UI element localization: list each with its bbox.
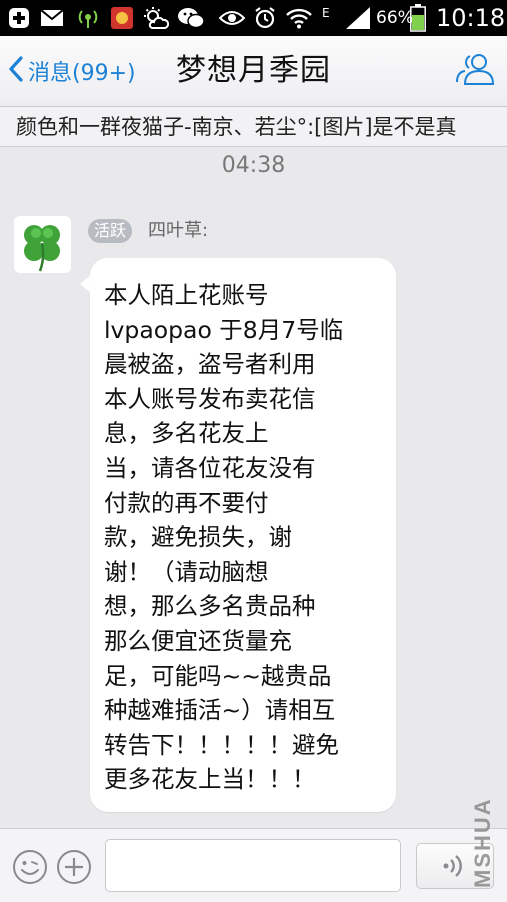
- group-members-button[interactable]: [453, 50, 497, 92]
- wifi-icon: [284, 0, 314, 36]
- page-title: 梦想月季园: [176, 53, 331, 88]
- input-bar: [0, 828, 507, 902]
- battery-icon: [408, 0, 428, 36]
- latest-message-preview[interactable]: 颜色和一群夜猫子-南京、若尘°:[图片]是不是真: [0, 107, 507, 147]
- message-line: 那么便宜还货量充: [104, 626, 292, 655]
- clock: 10:18: [436, 4, 506, 32]
- signal-icon: [342, 0, 374, 36]
- app-notification-icon: [108, 0, 136, 36]
- title-bar: 消息(99+) 梦想月季园: [0, 36, 507, 107]
- wifi-hotspot-icon: [74, 0, 102, 36]
- message-line: 晨被盗，盗号者利用: [104, 350, 316, 379]
- group-members-icon: [455, 52, 495, 90]
- message-bubble[interactable]: 本人陌上花账号 lvpaopao 于8月7号临 晨被盗，盗号者利用 本人账号发布…: [90, 258, 396, 812]
- eye-icon: [218, 0, 246, 36]
- message-line: 本人账号发布卖花信: [104, 384, 316, 413]
- message-input[interactable]: [105, 839, 401, 892]
- activity-badge: 活跃: [88, 219, 133, 243]
- message-line: lvpaopao 于8月7号临: [104, 315, 344, 344]
- smiley-icon: [13, 850, 47, 884]
- message-line: 种越难插活~）请相互: [104, 696, 336, 725]
- weather-icon: [142, 0, 170, 36]
- status-bar: E 66% 10:18: [0, 0, 507, 36]
- message-line: 付款的再不要付: [104, 488, 269, 517]
- message-line: 息，多名花友上: [104, 419, 269, 448]
- add-icon: [6, 0, 32, 36]
- sender-name[interactable]: 四叶草:: [148, 217, 208, 245]
- plus-circle-icon: [57, 850, 91, 884]
- alarm-icon: [251, 0, 279, 36]
- mail-icon: [38, 0, 66, 36]
- message-line: 谢！（请动脑想: [104, 557, 269, 586]
- message-line: 想，那么多名贵品种: [104, 592, 316, 621]
- message-line: 当，请各位花友没有: [104, 453, 316, 482]
- more-button[interactable]: [56, 849, 92, 885]
- watermark: MSHUA: [470, 797, 495, 888]
- emoji-button[interactable]: [12, 849, 48, 885]
- four-leaf-clover-icon: [24, 225, 60, 272]
- wechat-icon: [176, 0, 206, 36]
- message-line: 本人陌上花账号: [104, 281, 269, 309]
- network-type: E: [322, 6, 330, 20]
- voice-icon: [443, 855, 462, 877]
- message-line: 转告下！！！！！避免: [104, 730, 339, 759]
- message-line: 更多花友上当！！！: [104, 765, 316, 794]
- message-line: 款，避免损失，谢: [104, 523, 292, 552]
- avatar[interactable]: [14, 216, 71, 273]
- message-timestamp: 04:38: [221, 153, 286, 178]
- message-line: 足，可能吗~~越贵品: [104, 661, 332, 690]
